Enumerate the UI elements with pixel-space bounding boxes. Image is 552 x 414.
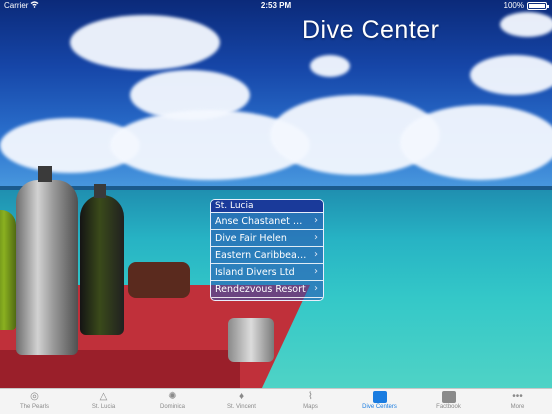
maps-icon: ⌇: [308, 391, 313, 402]
chevron-right-icon: ›: [314, 232, 318, 243]
silver-tank: [16, 180, 78, 355]
tab-label: The Pearls: [19, 404, 49, 410]
more-icon: •••: [512, 391, 523, 402]
dock-edge: [0, 350, 240, 388]
tab-label: St. Vincent: [227, 404, 256, 410]
dominica-icon: ✺: [168, 391, 177, 402]
list-item[interactable]: Rendezvous Resort ›: [211, 281, 323, 298]
list-item-label: Eastern Caribbean D...: [215, 250, 307, 261]
black-tank: [80, 195, 124, 335]
st-vincent-icon: ♦: [238, 391, 245, 402]
pearls-icon: ◎: [30, 391, 39, 402]
chevron-right-icon: ›: [314, 300, 318, 301]
list-section-header: St. Lucia: [211, 200, 323, 213]
cloud: [70, 15, 220, 70]
tab-label: Dominica: [159, 404, 185, 410]
clock: 2:53 PM: [260, 1, 292, 10]
list-item[interactable]: Dive Fair Helen ›: [211, 230, 323, 247]
tab-label: Maps: [303, 404, 318, 410]
tab-st-lucia[interactable]: △ St. Lucia: [69, 389, 138, 414]
tab-dive-centers[interactable]: Dive Centers: [345, 389, 414, 414]
list-item-label: Anse Chastanet Scu...: [215, 216, 307, 227]
battery-percent: 100%: [503, 1, 524, 10]
tab-more[interactable]: ••• More: [483, 389, 552, 414]
cloud: [400, 105, 552, 180]
list-item-label: Island Divers Ltd: [215, 267, 295, 278]
list-item-label: Rendezvous Resort: [215, 284, 306, 295]
tab-label: More: [510, 404, 525, 410]
tab-factbook[interactable]: Factbook: [414, 389, 483, 414]
chevron-right-icon: ›: [314, 215, 318, 226]
battery-icon: [527, 2, 549, 10]
list-item[interactable]: Eastern Caribbean D... ›: [211, 247, 323, 264]
tab-maps[interactable]: ⌇ Maps: [276, 389, 345, 414]
cloud: [470, 55, 552, 95]
dive-centers-icon: [372, 391, 387, 403]
list-item[interactable]: Anse Chastanet Scu... ›: [211, 213, 323, 230]
tank-valve: [94, 184, 106, 198]
battery-level: [529, 4, 545, 8]
status-bar: Carrier 2:53 PM 100%: [0, 0, 552, 12]
tab-st-vincent[interactable]: ♦ St. Vincent: [207, 389, 276, 414]
chevron-right-icon: ›: [314, 266, 318, 277]
cloud: [500, 12, 552, 37]
tab-dominica[interactable]: ✺ Dominica: [138, 389, 207, 414]
dive-center-list: St. Lucia Anse Chastanet Scu...›Dive Fai…: [210, 199, 324, 301]
list-item[interactable]: Sandals Dive Center›: [211, 298, 323, 301]
green-tank: [0, 210, 16, 330]
cloud: [310, 55, 350, 77]
background-photo: [0, 0, 552, 388]
chevron-right-icon: ›: [314, 249, 318, 260]
st-lucia-icon: △: [99, 391, 108, 402]
page-title: Dive Center: [302, 16, 440, 44]
tab-label: St. Lucia: [91, 404, 116, 410]
list-item[interactable]: Island Divers Ltd ›: [211, 264, 323, 281]
tank-valve: [38, 166, 52, 182]
tab-pearls[interactable]: ◎ The Pearls: [0, 389, 69, 414]
bollard: [228, 318, 274, 362]
chevron-right-icon: ›: [314, 283, 318, 294]
tab-bar: ◎ The Pearls △ St. Lucia ✺ Dominica ♦ St. Vince…: [0, 388, 552, 414]
tab-label: Dive Centers: [362, 404, 397, 410]
list-item-label: Dive Fair Helen: [215, 233, 287, 244]
tab-label: Factbook: [436, 404, 461, 410]
bollard: [128, 262, 190, 298]
factbook-icon: [441, 391, 456, 403]
